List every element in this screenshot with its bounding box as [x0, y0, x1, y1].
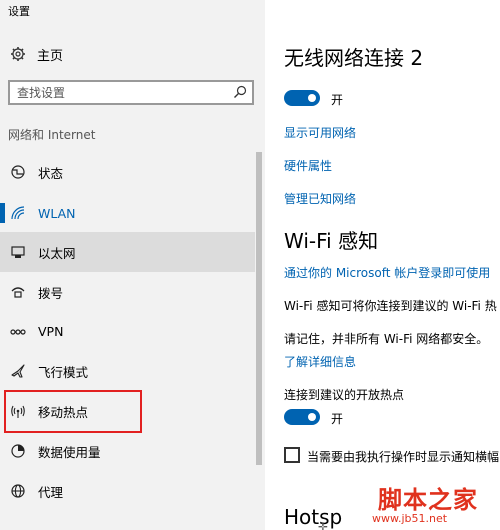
- airplane-icon: [11, 364, 25, 378]
- sidebar-item-home[interactable]: 主页: [0, 40, 255, 68]
- hardware-properties-link[interactable]: 硬件属性: [284, 157, 332, 174]
- watermark-logo-text: 脚本之家: [378, 485, 478, 514]
- sidebar-item-ethernet[interactable]: 以太网: [0, 232, 255, 272]
- ethernet-icon: [11, 246, 25, 258]
- section-header: 网络和 Internet: [8, 128, 96, 142]
- sidebar-item-dialup[interactable]: 拨号: [0, 272, 255, 312]
- gear-icon: [11, 47, 25, 61]
- content-pane: 无线网络连接 2 开 显示可用网络 硬件属性 管理已知网络 Wi-Fi 感知 通…: [265, 0, 500, 530]
- sidebar-item-vpn[interactable]: VPN: [0, 311, 255, 351]
- notify-banner-label: 当需要由我执行操作时显示通知横幅: [307, 450, 500, 464]
- open-hotspot-toggle[interactable]: [284, 409, 320, 425]
- hotspot-icon: [11, 405, 25, 418]
- sidebar-item-label: VPN: [38, 323, 64, 339]
- sidebar-item-mobile-hotspot[interactable]: 移动热点: [0, 391, 255, 431]
- watermark-url: www.jb51.net: [372, 512, 448, 525]
- search-input[interactable]: [10, 82, 210, 104]
- manage-known-networks-link[interactable]: 管理已知网络: [284, 190, 356, 207]
- cursor-icon: ✛: [318, 520, 329, 530]
- sidebar-item-airplane-mode[interactable]: 飞行模式: [0, 351, 255, 391]
- sidebar-item-data-usage[interactable]: 数据使用量: [0, 431, 255, 471]
- sidebar-item-status[interactable]: 状态: [0, 152, 255, 192]
- wifi-sense-heading: Wi-Fi 感知: [284, 229, 379, 253]
- search-box[interactable]: [8, 80, 254, 105]
- sidebar-item-label: 代理: [38, 484, 64, 500]
- sidebar-item-label: WLAN: [38, 205, 76, 221]
- page-title: 无线网络连接 2: [284, 46, 424, 70]
- hotspot-section-heading: Hotsp: [284, 505, 343, 529]
- wifi-sense-note: 请记住，并非所有 Wi-Fi 网络都安全。: [284, 332, 489, 346]
- wifi-icon: [11, 206, 25, 220]
- sidebar-item-home-label: 主页: [37, 48, 64, 64]
- wifi-toggle-label: 开: [331, 93, 344, 107]
- sidebar-item-wlan[interactable]: WLAN: [0, 193, 255, 233]
- dialup-icon: [11, 287, 25, 298]
- site-watermark: 脚本之家 www.jb51.net: [340, 478, 500, 530]
- sidebar-item-proxy[interactable]: 代理: [0, 471, 255, 511]
- sidebar-item-label: 状态: [38, 165, 64, 181]
- notify-banner-checkbox[interactable]: [284, 447, 300, 463]
- show-available-networks-link[interactable]: 显示可用网络: [284, 124, 356, 141]
- vpn-icon: [10, 329, 26, 335]
- learn-more-link[interactable]: 了解详细信息: [284, 353, 356, 370]
- proxy-icon: [11, 484, 25, 498]
- search-icon: [234, 85, 247, 98]
- window-title: 设置: [8, 5, 30, 18]
- open-hotspot-toggle-label: 开: [331, 412, 344, 426]
- wifi-toggle[interactable]: [284, 90, 320, 106]
- toggle-knob: [308, 413, 316, 421]
- sidebar-item-label: 数据使用量: [38, 444, 101, 460]
- sidebar-scrollbar[interactable]: [256, 152, 262, 465]
- microsoft-signin-link[interactable]: 通过你的 Microsoft 帐户登录即可使用: [284, 264, 490, 281]
- toggle-knob: [308, 94, 316, 102]
- globe-status-icon: [11, 165, 25, 179]
- sidebar-item-label: 以太网: [38, 245, 76, 261]
- sidebar-item-label: 拨号: [38, 285, 64, 301]
- navigation-pane: 设置 主页 网络和 Internet 状态: [0, 0, 265, 530]
- data-usage-icon: [11, 444, 25, 458]
- open-hotspot-label: 连接到建议的开放热点: [284, 388, 405, 402]
- wifi-sense-description: Wi-Fi 感知可将你连接到建议的 Wi-Fi 热: [284, 299, 497, 313]
- sidebar-item-label: 移动热点: [38, 404, 89, 420]
- sidebar-item-label: 飞行模式: [38, 364, 89, 380]
